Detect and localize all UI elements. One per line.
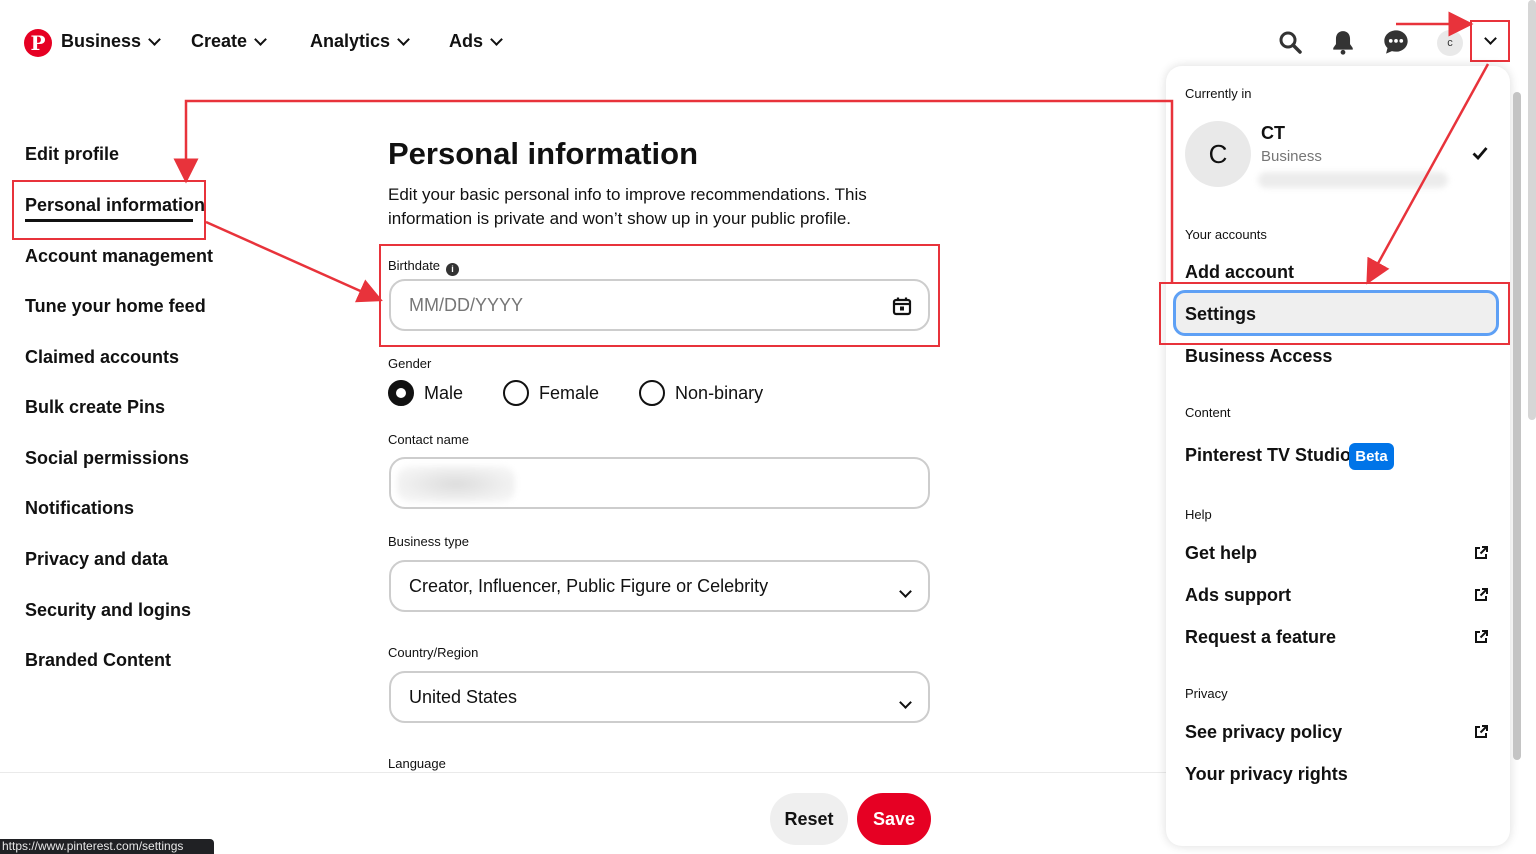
- external-link-icon: [1473, 587, 1489, 603]
- side-item-privacy-and-data[interactable]: Privacy and data: [25, 549, 168, 570]
- accounts-dropdown-toggle[interactable]: [1470, 20, 1510, 62]
- side-item-edit-profile[interactable]: Edit profile: [25, 144, 119, 165]
- nav-ads-label: Ads: [449, 31, 484, 51]
- side-item-branded-content[interactable]: Branded Content: [25, 650, 171, 671]
- messages-icon[interactable]: [1381, 27, 1411, 57]
- status-bar-url: https://www.pinterest.com/settings: [0, 839, 214, 854]
- pinterest-logo-icon[interactable]: P: [24, 29, 52, 57]
- chevron-down-icon: [899, 691, 912, 712]
- gender-nonbinary-label[interactable]: Non-binary: [675, 383, 763, 404]
- add-account-item[interactable]: Add account: [1185, 262, 1294, 283]
- business-type-label: Business type: [388, 534, 469, 549]
- side-item-notifications[interactable]: Notifications: [25, 498, 134, 519]
- gender-nonbinary-radio[interactable]: [639, 380, 666, 406]
- side-item-tune-home-feed[interactable]: Tune your home feed: [25, 296, 206, 317]
- nav-analytics-menu[interactable]: Analytics: [310, 31, 410, 52]
- chevron-down-icon: [490, 32, 503, 46]
- business-type-select[interactable]: Creator, Influencer, Public Figure or Ce…: [389, 560, 930, 612]
- dropdown-scrollbar[interactable]: [1513, 92, 1521, 760]
- chevron-down-icon: [899, 580, 912, 601]
- country-select[interactable]: United States: [389, 671, 930, 723]
- your-accounts-label: Your accounts: [1185, 227, 1267, 242]
- side-item-claimed-accounts[interactable]: Claimed accounts: [25, 347, 179, 368]
- annotation-box-personal-info: [12, 180, 206, 240]
- side-item-security-and-logins[interactable]: Security and logins: [25, 600, 191, 621]
- gender-male-radio[interactable]: [388, 380, 414, 406]
- side-item-bulk-create-pins[interactable]: Bulk create Pins: [25, 397, 165, 418]
- chevron-down-icon: [397, 32, 410, 46]
- account-avatar-initial: C: [1208, 138, 1228, 169]
- nav-business-menu[interactable]: Business: [61, 31, 161, 52]
- nav-analytics-label: Analytics: [310, 31, 391, 51]
- external-link-icon: [1473, 724, 1489, 740]
- business-access-item[interactable]: Business Access: [1185, 346, 1332, 367]
- external-link-icon: [1473, 629, 1489, 645]
- page-title: Personal information: [388, 136, 699, 171]
- account-avatar[interactable]: C: [1185, 121, 1251, 187]
- bell-icon[interactable]: [1328, 27, 1358, 57]
- redacted-email: [1258, 172, 1448, 188]
- account-name[interactable]: CT: [1261, 123, 1285, 144]
- external-link-icon: [1473, 545, 1489, 561]
- nav-ads-menu[interactable]: Ads: [449, 31, 503, 52]
- annotation-box-birthdate: [379, 244, 940, 347]
- search-icon[interactable]: [1275, 27, 1305, 57]
- business-type-value: Creator, Influencer, Public Figure or Ce…: [409, 575, 769, 596]
- get-help-item[interactable]: Get help: [1185, 543, 1257, 564]
- account-dropdown-menu: Currently in C CT Business Your accounts…: [1166, 66, 1510, 846]
- nav-business-label: Business: [61, 31, 142, 51]
- privacy-policy-item[interactable]: See privacy policy: [1185, 722, 1342, 743]
- account-type: Business: [1261, 148, 1322, 165]
- country-label: Country/Region: [388, 645, 479, 660]
- content-section-label: Content: [1185, 405, 1231, 420]
- reset-button[interactable]: Reset: [770, 793, 848, 845]
- gender-male-label[interactable]: Male: [424, 383, 463, 404]
- beta-badge: Beta: [1349, 443, 1394, 470]
- country-value: United States: [409, 686, 518, 707]
- language-label: Language: [388, 756, 446, 771]
- gender-female-label[interactable]: Female: [539, 383, 599, 404]
- nav-create-label: Create: [191, 31, 248, 51]
- tv-studio-item[interactable]: Pinterest TV Studio: [1185, 445, 1351, 466]
- gender-label: Gender: [388, 356, 432, 371]
- save-button[interactable]: Save: [857, 793, 931, 845]
- privacy-section-label: Privacy: [1185, 686, 1228, 701]
- currently-in-label: Currently in: [1185, 86, 1252, 101]
- chevron-down-icon: [1483, 32, 1497, 45]
- request-feature-item[interactable]: Request a feature: [1185, 627, 1336, 648]
- contact-name-label: Contact name: [388, 432, 469, 447]
- avatar-initial: c: [1447, 37, 1453, 49]
- annotation-box-settings: [1159, 282, 1510, 345]
- nav-create-menu[interactable]: Create: [191, 31, 267, 52]
- help-section-label: Help: [1185, 507, 1212, 522]
- contact-name-field[interactable]: [389, 457, 930, 509]
- ads-support-item[interactable]: Ads support: [1185, 585, 1291, 606]
- redacted-value: [397, 466, 515, 502]
- page-scrollbar[interactable]: [1528, 0, 1536, 420]
- chevron-down-icon: [254, 32, 267, 46]
- privacy-rights-item[interactable]: Your privacy rights: [1185, 764, 1348, 785]
- side-item-account-management[interactable]: Account management: [25, 246, 213, 267]
- chevron-down-icon: [148, 32, 161, 46]
- avatar[interactable]: c: [1437, 30, 1463, 56]
- gender-female-radio[interactable]: [503, 380, 530, 406]
- page-description: Edit your basic personal info to improve…: [388, 185, 867, 228]
- checkmark-icon: [1472, 146, 1488, 165]
- side-item-social-permissions[interactable]: Social permissions: [25, 448, 189, 469]
- gender-radio-group: Male Female Non-binary: [388, 380, 803, 406]
